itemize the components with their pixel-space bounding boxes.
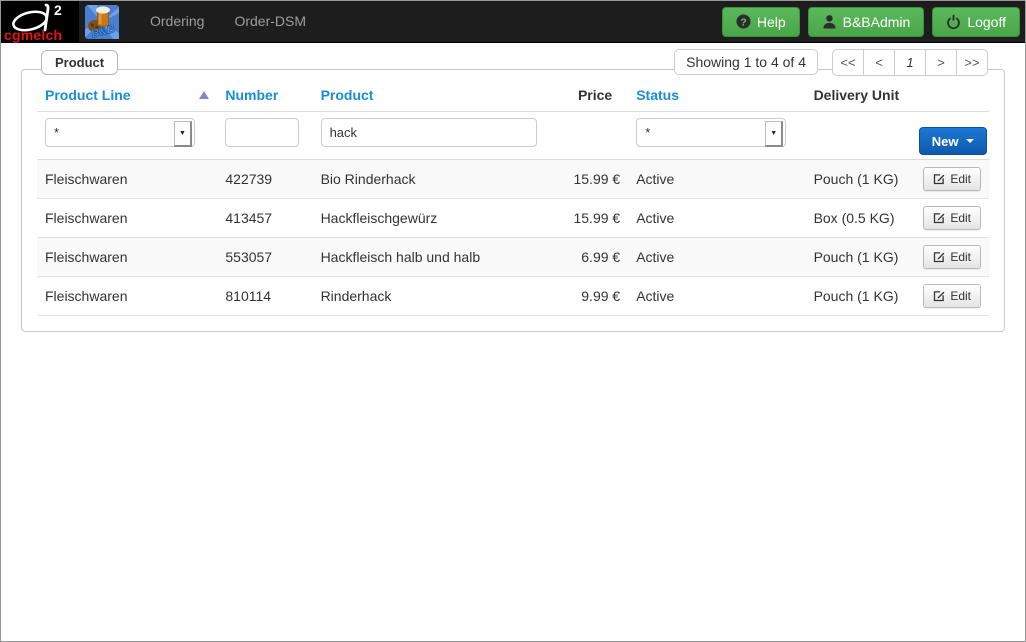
pager-last-button[interactable]: >> [956, 49, 988, 76]
current-user-label: B&BAdmin [843, 14, 911, 30]
edit-button[interactable]: Edit [923, 284, 981, 308]
navbar-right: ? Help B&BAdmin Logoff [722, 7, 1025, 37]
pager-current-page[interactable]: 1 [894, 49, 926, 76]
cell-number: 422739 [217, 160, 312, 199]
power-icon [946, 14, 961, 29]
navbar: 2 cgmelch B&B Ordering Order-DSM [1, 1, 1025, 43]
edit-button[interactable]: Edit [923, 206, 981, 230]
column-header-product[interactable]: Product [313, 82, 564, 112]
cell-status: Active [628, 238, 805, 277]
cell-price: 6.99 € [563, 238, 628, 277]
help-button[interactable]: ? Help [722, 7, 800, 37]
logoff-button[interactable]: Logoff [932, 7, 1020, 37]
edit-pencil-icon [933, 290, 945, 302]
logoff-button-label: Logoff [967, 14, 1006, 30]
pager-next-button[interactable]: > [925, 49, 957, 76]
cell-product-line: Fleischwaren [37, 277, 217, 316]
nav-item-ordering[interactable]: Ordering [135, 1, 219, 42]
pagination-bar: Showing 1 to 4 of 4 << < 1 > >> [674, 49, 988, 76]
status-filter-wrap: * [636, 118, 786, 147]
edit-pencil-icon [933, 251, 945, 263]
tab-product[interactable]: Product [41, 50, 118, 75]
cell-price: 15.99 € [563, 199, 628, 238]
cell-price: 15.99 € [563, 160, 628, 199]
app-window: 2 cgmelch B&B Ordering Order-DSM [0, 0, 1026, 642]
column-header-price: Price [563, 82, 628, 112]
product-filter-input[interactable] [321, 118, 537, 147]
product-table: Product Line Number Product Price Status… [37, 82, 989, 316]
pager: << < 1 > >> [832, 49, 988, 76]
pager-prev-button[interactable]: < [863, 49, 895, 76]
edit-pencil-icon [933, 212, 945, 224]
brand-logo[interactable]: 2 cgmelch [1, 1, 79, 43]
cell-status: Active [628, 160, 805, 199]
new-button[interactable]: New [919, 127, 987, 155]
help-button-label: Help [757, 14, 786, 30]
cell-product-line: Fleischwaren [37, 238, 217, 277]
edit-pencil-icon [933, 173, 945, 185]
svg-text:2: 2 [54, 2, 62, 18]
cell-number: 553057 [217, 238, 312, 277]
cell-delivery-unit: Pouch (1 KG) [806, 277, 911, 316]
cell-delivery-unit: Box (0.5 KG) [806, 199, 911, 238]
cell-product-line: Fleischwaren [37, 199, 217, 238]
cell-product: Bio Rinderhack [313, 160, 564, 199]
product-line-filter-wrap: * [45, 118, 195, 147]
table-row: Fleischwaren 422739 Bio Rinderhack 15.99… [37, 160, 989, 199]
column-header-status[interactable]: Status [628, 82, 805, 112]
cell-price: 9.99 € [563, 277, 628, 316]
question-circle-icon: ? [736, 14, 751, 29]
product-panel: Product Showing 1 to 4 of 4 << < 1 > >> [21, 69, 1005, 332]
cell-delivery-unit: Pouch (1 KG) [806, 160, 911, 199]
new-button-label: New [932, 134, 959, 149]
price-filter-empty-cell [563, 112, 628, 160]
cell-delivery-unit: Pouch (1 KG) [806, 238, 911, 277]
column-header-product-line[interactable]: Product Line [37, 82, 217, 112]
cell-status: Active [628, 199, 805, 238]
svg-text:?: ? [740, 17, 746, 28]
chevron-down-icon [966, 139, 974, 143]
nav-item-order-dsm[interactable]: Order-DSM [219, 1, 321, 42]
pager-first-button[interactable]: << [832, 49, 864, 76]
b-and-b-beer-icon: B&B [85, 5, 119, 39]
table-row: Fleischwaren 810114 Rinderhack 9.99 € Ac… [37, 277, 989, 316]
cell-product-line: Fleischwaren [37, 160, 217, 199]
cell-product: Hackfleisch halb und halb [313, 238, 564, 277]
filter-row: * [37, 112, 989, 160]
table-header-row: Product Line Number Product Price Status… [37, 82, 989, 112]
number-filter-input[interactable] [225, 118, 299, 147]
showing-status: Showing 1 to 4 of 4 [674, 49, 818, 75]
cell-number: 810114 [217, 277, 312, 316]
product-table-wrap: Product Line Number Product Price Status… [22, 70, 1004, 331]
cell-number: 413457 [217, 199, 312, 238]
edit-button[interactable]: Edit [923, 245, 981, 269]
user-icon [822, 14, 837, 29]
column-header-number[interactable]: Number [217, 82, 312, 112]
column-header-actions [911, 82, 989, 112]
delivery-unit-filter-empty-cell [806, 112, 911, 160]
edit-button[interactable]: Edit [923, 167, 981, 191]
cell-product: Hackfleischgewürz [313, 199, 564, 238]
status-filter-select[interactable]: * [637, 119, 785, 146]
table-row: Fleischwaren 413457 Hackfleischgewürz 15… [37, 199, 989, 238]
table-row: Fleischwaren 553057 Hackfleisch halb und… [37, 238, 989, 277]
sort-ascending-icon [199, 91, 209, 99]
brand-name: cgmelch [4, 27, 62, 43]
current-user-button[interactable]: B&BAdmin [808, 7, 925, 37]
main-menu: Ordering Order-DSM [135, 1, 321, 42]
product-line-filter-select[interactable]: * [46, 119, 194, 146]
cell-status: Active [628, 277, 805, 316]
cell-product: Rinderhack [313, 277, 564, 316]
column-header-delivery-unit: Delivery Unit [806, 82, 911, 112]
